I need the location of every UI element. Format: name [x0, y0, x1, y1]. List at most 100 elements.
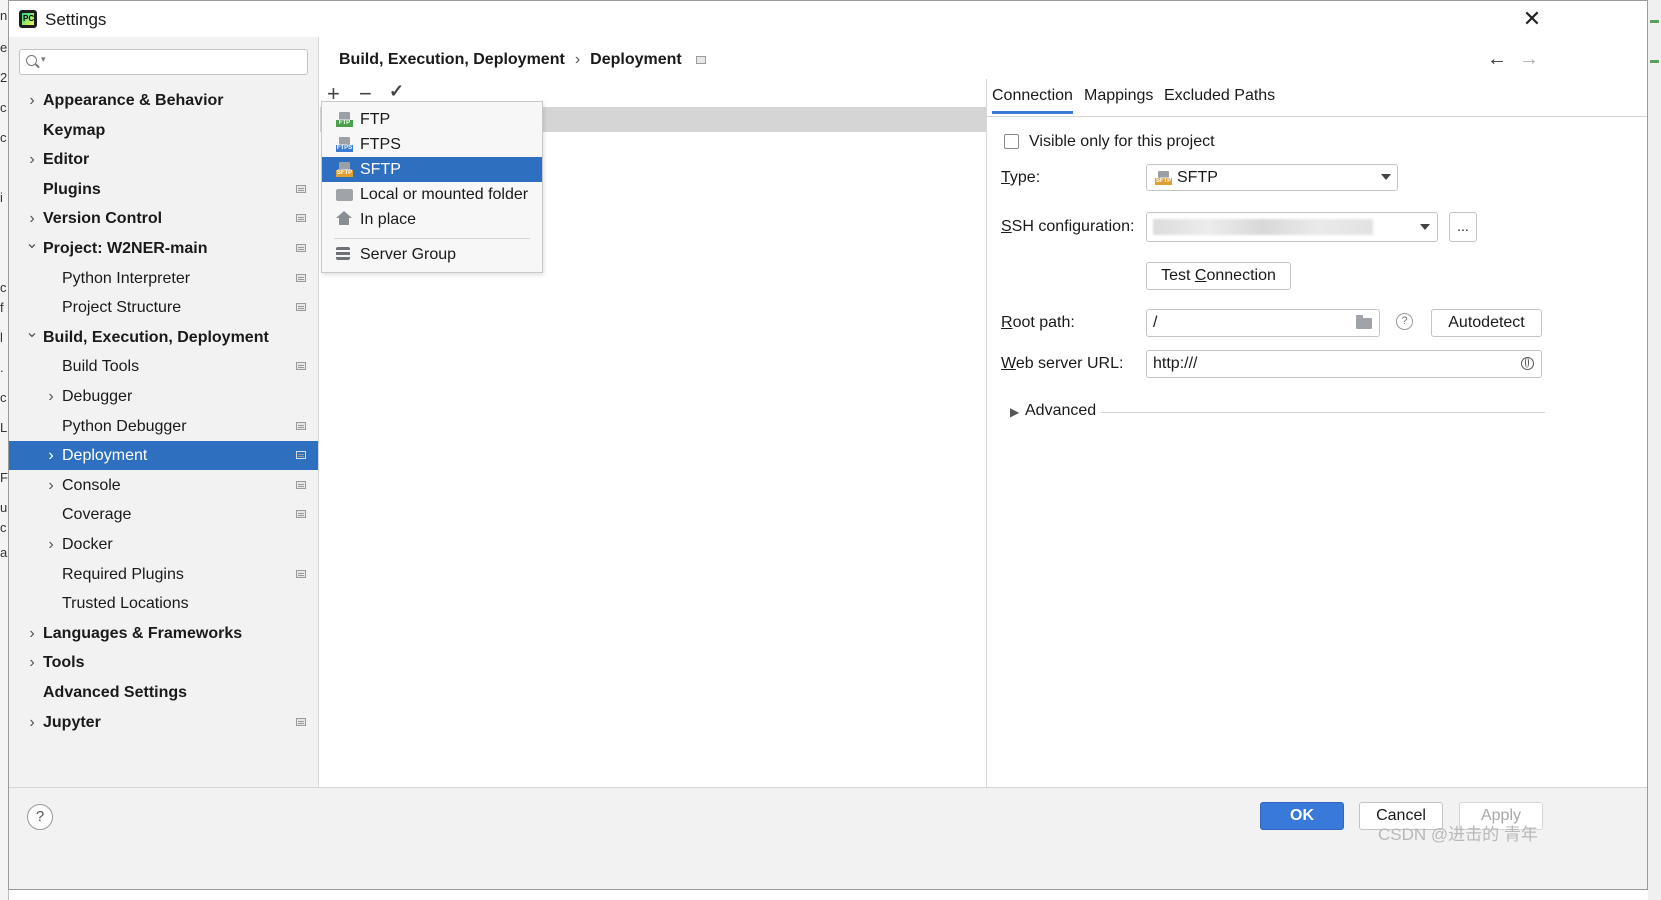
pycharm-app-icon: PC: [19, 10, 37, 28]
sidebar-item-label: Required Plugins: [62, 566, 184, 583]
breadcrumb: Build, Execution, Deployment › Deployment: [339, 51, 706, 69]
project-scope-icon: [296, 214, 306, 222]
sidebar-item[interactable]: Python Interpreter: [9, 264, 318, 293]
type-select[interactable]: SFTP SFTP: [1146, 164, 1398, 191]
menu-item-label: FTPS: [360, 136, 401, 153]
sidebar-item-label: Editor: [43, 151, 90, 168]
chevron-right-icon[interactable]: ›: [25, 708, 39, 737]
set-default-server-button[interactable]: ✓: [389, 81, 404, 102]
tab-connection[interactable]: Connection: [992, 87, 1073, 114]
ssh-configuration-browse-button[interactable]: ...: [1449, 212, 1477, 242]
sidebar-item[interactable]: Project Structure: [9, 293, 318, 322]
chevron-right-icon[interactable]: ›: [44, 471, 58, 500]
back-arrow-icon[interactable]: ←: [1487, 48, 1507, 71]
redacted-ssh-value: [1153, 219, 1373, 235]
ok-button[interactable]: OK: [1260, 802, 1344, 830]
chevron-right-icon[interactable]: ›: [25, 86, 39, 115]
web-server-url-label: Web server URL:: [1001, 355, 1124, 372]
sidebar-item[interactable]: Build Tools: [9, 352, 318, 381]
section-divider: [1101, 412, 1545, 413]
root-path-input[interactable]: /: [1146, 309, 1380, 337]
chevron-right-icon[interactable]: ›: [25, 619, 39, 648]
sidebar-item[interactable]: Plugins: [9, 175, 318, 204]
project-scope-icon: [296, 274, 306, 282]
menu-item-ftp[interactable]: FTP FTP: [322, 107, 542, 132]
autodetect-button[interactable]: Autodetect: [1431, 309, 1542, 337]
sidebar-item-label: Python Debugger: [62, 418, 187, 435]
sidebar-item[interactable]: Coverage: [9, 500, 318, 529]
sidebar-item-label: Trusted Locations: [62, 595, 189, 612]
web-server-url-input[interactable]: http:///: [1146, 350, 1542, 378]
sidebar-item-label: Build Tools: [62, 358, 140, 375]
sidebar-item[interactable]: › Languages & Frameworks: [9, 619, 318, 648]
panel-divider[interactable]: [986, 79, 987, 787]
sidebar-item-label: Appearance & Behavior: [43, 92, 224, 109]
server-group-icon: [336, 247, 350, 260]
title-bar: PC Settings ✕: [9, 1, 1647, 37]
breadcrumb-separator: ›: [574, 51, 581, 68]
chevron-down-icon[interactable]: ⌄: [25, 229, 39, 258]
project-scope-icon: [296, 303, 306, 311]
sidebar-item[interactable]: Advanced Settings: [9, 678, 318, 707]
sidebar-item[interactable]: › Jupyter: [9, 708, 318, 737]
sidebar-item[interactable]: › Docker: [9, 530, 318, 559]
sidebar-item-label: Deployment: [62, 447, 148, 464]
sidebar-item[interactable]: Python Debugger: [9, 412, 318, 441]
project-scope-icon: [296, 185, 306, 193]
menu-item-folder[interactable]: Local or mounted folder: [322, 182, 542, 207]
sidebar-item[interactable]: › Console: [9, 471, 318, 500]
ftps-icon: FTPS: [336, 137, 353, 152]
sidebar-item[interactable]: › Editor: [9, 145, 318, 174]
expand-chevron-icon[interactable]: ▶: [1010, 405, 1019, 419]
search-options-caret-icon: ▾: [41, 54, 46, 64]
menu-item-sftp[interactable]: SFTP SFTP: [322, 157, 542, 182]
project-scope-icon: [296, 362, 306, 370]
forward-arrow-icon[interactable]: →: [1519, 48, 1539, 71]
add-server-popup-menu: FTP FTP FTPS FTPS SFTP SFTP Local or mounted f…: [321, 101, 543, 273]
sidebar-item[interactable]: › Debugger: [9, 382, 318, 411]
help-button[interactable]: ?: [27, 804, 53, 830]
tab-mappings[interactable]: Mappings: [1084, 87, 1153, 111]
globe-icon[interactable]: [1521, 357, 1534, 370]
sidebar-item-label: Advanced Settings: [43, 684, 188, 701]
menu-item-home[interactable]: In place: [322, 207, 542, 232]
sidebar-item[interactable]: Trusted Locations: [9, 589, 318, 618]
visible-only-checkbox[interactable]: [1004, 134, 1019, 149]
sidebar-item[interactable]: › Version Control: [9, 204, 318, 233]
root-path-value: /: [1153, 314, 1158, 331]
sidebar-item-label: Console: [62, 477, 121, 494]
chevron-right-icon[interactable]: ›: [25, 648, 39, 677]
menu-item-ftps[interactable]: FTPS FTPS: [322, 132, 542, 157]
chevron-down-icon[interactable]: ⌄: [25, 318, 39, 347]
chevron-right-icon[interactable]: ›: [44, 530, 58, 559]
sftp-icon: SFTP: [1155, 171, 1172, 185]
breadcrumb-parent[interactable]: Build, Execution, Deployment: [339, 51, 565, 69]
help-icon[interactable]: ?: [1396, 313, 1413, 330]
sidebar-item[interactable]: ⌄ Project: W2NER-main: [9, 234, 318, 263]
type-label: Type:: [1001, 169, 1041, 186]
folder-icon[interactable]: [1356, 315, 1372, 329]
chevron-right-icon[interactable]: ›: [44, 382, 58, 411]
breadcrumb-current: Deployment: [590, 51, 682, 68]
tab-excluded-paths[interactable]: Excluded Paths: [1164, 87, 1275, 111]
advanced-section-toggle[interactable]: Advanced: [1025, 402, 1096, 420]
visible-only-label[interactable]: Visible only for this project: [1029, 133, 1215, 151]
menu-item-server-group[interactable]: Server Group: [322, 242, 542, 267]
chevron-right-icon[interactable]: ›: [44, 441, 58, 470]
sidebar-item[interactable]: Required Plugins: [9, 560, 318, 589]
menu-item-label: Server Group: [360, 246, 457, 263]
server-config-tabs: Connection Mappings Excluded Paths: [987, 81, 1647, 117]
settings-search-input[interactable]: ▾: [19, 49, 308, 75]
sidebar-item[interactable]: Keymap: [9, 116, 318, 145]
ssh-configuration-select[interactable]: [1146, 212, 1438, 242]
close-button[interactable]: ✕: [1512, 5, 1552, 33]
chevron-right-icon[interactable]: ›: [25, 145, 39, 174]
sidebar-item[interactable]: › Tools: [9, 648, 318, 677]
sidebar-item-label: Build, Execution, Deployment: [43, 329, 269, 346]
sidebar-item[interactable]: ⌄ Build, Execution, Deployment: [9, 323, 318, 352]
test-connection-button[interactable]: Test Connection: [1146, 262, 1291, 290]
sidebar-item[interactable]: › Deployment: [9, 441, 318, 470]
project-scope-icon: [695, 55, 706, 64]
project-scope-icon: [296, 718, 306, 726]
sidebar-item[interactable]: › Appearance & Behavior: [9, 86, 318, 115]
